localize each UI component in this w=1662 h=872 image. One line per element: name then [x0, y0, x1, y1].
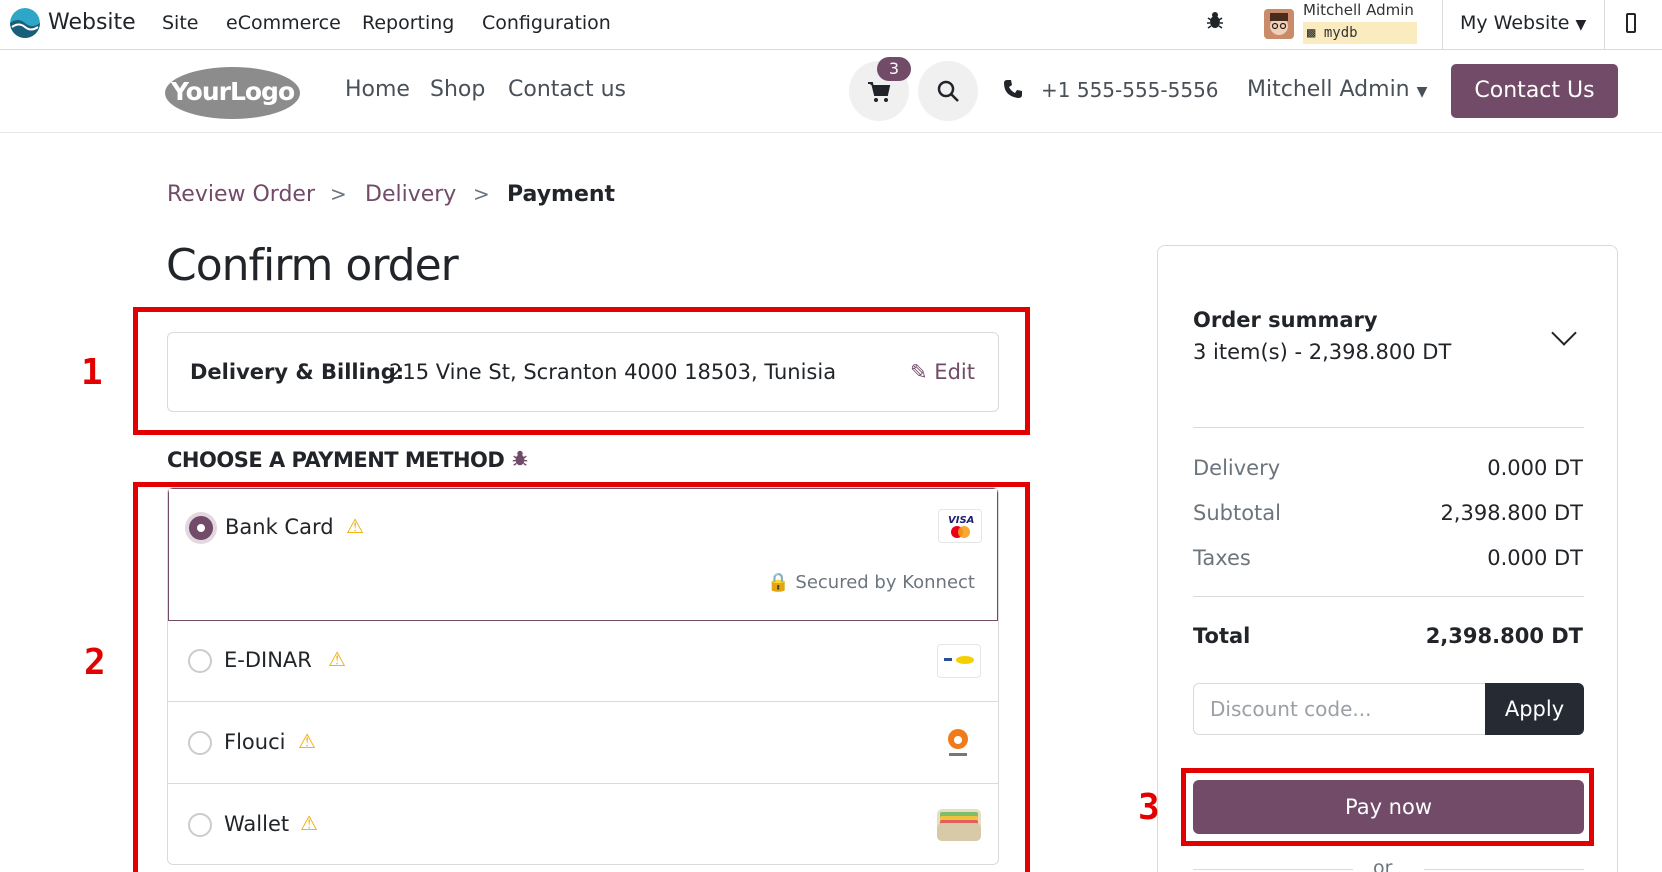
admin-user-name[interactable]: Mitchell Admin	[1303, 1, 1414, 19]
payment-method-heading: CHOOSE A PAYMENT METHOD	[167, 448, 529, 472]
menu-site[interactable]: Site	[162, 12, 198, 34]
phone-icon	[1003, 79, 1023, 104]
nav-contact-us[interactable]: Contact us	[508, 77, 626, 102]
order-summary-items: 3 item(s) - 2,398.800 DT	[1193, 340, 1452, 364]
summary-row-value: 0.000 DT	[1487, 456, 1583, 480]
chevron-down-icon[interactable]	[1551, 320, 1577, 346]
nav-shop[interactable]: Shop	[430, 77, 485, 102]
order-summary-title[interactable]: Order summary	[1193, 308, 1378, 332]
discount-code-input[interactable]	[1193, 683, 1486, 735]
user-menu[interactable]: Mitchell Admin ▼	[1247, 77, 1427, 102]
breadcrumb-separator: >	[330, 182, 347, 206]
database-badge: ▩ mydb	[1303, 22, 1417, 44]
phone-number[interactable]: +1 555-555-5556	[1041, 78, 1219, 102]
breadcrumb-review-order[interactable]: Review Order	[167, 182, 315, 207]
search-icon	[937, 80, 959, 102]
divider	[1193, 869, 1353, 870]
divider	[1424, 869, 1584, 870]
divider	[1193, 427, 1584, 428]
divider	[1604, 0, 1605, 49]
or-separator: or	[1373, 857, 1393, 872]
contact-us-button[interactable]: Contact Us	[1451, 64, 1618, 118]
user-avatar[interactable]	[1264, 9, 1294, 39]
annotation-box-3	[1181, 768, 1594, 846]
menu-reporting[interactable]: Reporting	[362, 12, 454, 34]
payment-heading-text: CHOOSE A PAYMENT METHOD	[167, 448, 505, 472]
menu-ecommerce[interactable]: eCommerce	[226, 12, 341, 34]
admin-navbar: Website Site eCommerce Reporting Configu…	[0, 0, 1662, 50]
breadcrumb-payment: Payment	[507, 182, 616, 207]
summary-row-label: Subtotal	[1193, 501, 1281, 525]
site-logo-text: YourLogo	[170, 77, 295, 106]
annotation-number-3: 3	[1138, 787, 1160, 828]
annotation-box-2	[133, 482, 1030, 872]
summary-row-value: 2,398.800 DT	[1440, 501, 1583, 525]
menu-configuration[interactable]: Configuration	[482, 12, 611, 34]
search-button[interactable]	[918, 61, 978, 121]
website-selector-label: My Website	[1460, 12, 1570, 34]
nav-home[interactable]: Home	[345, 77, 410, 102]
page-title: Confirm order	[166, 240, 459, 291]
summary-row-value: 0.000 DT	[1487, 546, 1583, 570]
divider	[1442, 0, 1443, 49]
divider	[1193, 596, 1584, 597]
user-menu-label: Mitchell Admin	[1247, 77, 1410, 102]
breadcrumb-separator: >	[473, 182, 490, 206]
breadcrumb-delivery[interactable]: Delivery	[365, 182, 456, 207]
bug-icon[interactable]	[1205, 10, 1225, 35]
annotation-number-2: 2	[84, 642, 106, 683]
website-selector[interactable]: My Website ▼	[1460, 12, 1586, 34]
database-icon: ▩	[1307, 25, 1316, 41]
app-name[interactable]: Website	[48, 10, 136, 35]
site-logo[interactable]: YourLogo	[165, 67, 300, 119]
odoo-logo-icon[interactable]	[10, 8, 40, 38]
summary-row-label: Delivery	[1193, 456, 1281, 480]
summary-row-label: Taxes	[1193, 546, 1251, 570]
cart-count-badge: 3	[877, 57, 911, 81]
caret-down-icon: ▼	[1575, 17, 1587, 33]
annotation-number-1: 1	[81, 352, 103, 393]
total-label: Total	[1193, 624, 1251, 648]
website-header: YourLogo Home Shop Contact us 3 +1 555-5…	[0, 50, 1662, 133]
total-value: 2,398.800 DT	[1425, 624, 1583, 648]
mobile-preview-icon[interactable]	[1626, 13, 1636, 33]
bug-icon[interactable]	[511, 449, 529, 467]
apply-discount-button[interactable]: Apply	[1485, 683, 1584, 735]
annotation-box-1	[133, 307, 1030, 435]
caret-down-icon: ▼	[1416, 84, 1428, 100]
cart-icon	[868, 82, 891, 102]
database-name: mydb	[1323, 25, 1358, 41]
